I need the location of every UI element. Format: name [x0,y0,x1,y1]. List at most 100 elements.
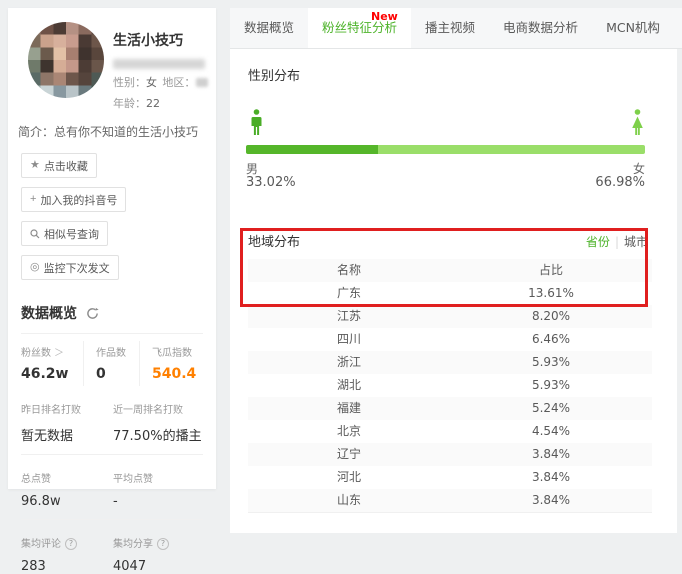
profile-card: 生活小技巧 性别：女 地区： 年龄：22 简介：总有你不知道的生活小技巧 ★ 点… [8,8,216,489]
stat-works: 作品数 0 [83,341,139,386]
followers-label: 粉丝数 [21,348,51,359]
tab-active-fans[interactable]: 活跃粉丝 [674,8,682,48]
table-cell: 福建 [248,397,450,420]
total-likes-value: 96.8w [21,494,113,509]
stats-top-row: 粉丝数＞ 46.2w 作品数 0 飞瓜指数 540.4 [21,341,203,386]
total-likes-label: 总点赞 [21,470,113,485]
divider [21,454,203,455]
monitor-button[interactable]: ◎ 监控下次发文 [21,255,119,280]
male-icon [250,109,263,141]
search-icon [30,229,40,239]
stat-rank-week: 近一周排名打败 77.50%的播主 [113,401,203,444]
feigua-index-label: 飞瓜指数 [152,344,203,359]
action-buttons: ★ 点击收藏 + 加入我的抖音号 相似号查询 ◎ 监控下次发文 [21,153,216,289]
female-bar-segment [378,145,645,154]
age-value: 22 [146,97,160,110]
table-cell: 5.93% [450,351,652,374]
table-row: 辽宁3.84% [248,443,652,466]
table-cell: 5.24% [450,397,652,420]
table-cell: 浙江 [248,351,450,374]
stat-avg-likes: 平均点赞 - [113,470,203,509]
column-header-ratio: 占比 [450,259,652,282]
table-cell: 5.93% [450,374,652,397]
fan-analysis-panel: 性别分布 男 33.02% 女 66.98% 地域分布 省份|城市 名称 占比 … [230,49,677,533]
table-cell: 3.84% [450,489,652,512]
add-account-button[interactable]: + 加入我的抖音号 [21,187,126,212]
help-icon[interactable]: ? [65,538,77,550]
stat-total-likes: 总点赞 96.8w [21,470,113,509]
refresh-icon[interactable] [86,307,99,320]
profile-header: 生活小技巧 性别：女 地区： 年龄：22 [8,8,216,111]
stat-avg-shares: 集均分享? 4047 [113,535,203,574]
star-icon: ★ [30,160,40,171]
table-cell: 13.61% [450,282,652,305]
table-row: 北京4.54% [248,420,652,443]
monitor-icon: ◎ [30,262,40,273]
toggle-province[interactable]: 省份 [586,235,610,249]
works-value: 0 [96,366,139,382]
table-row: 四川6.46% [248,328,652,351]
table-cell: 江苏 [248,305,450,328]
table-header-row: 名称 占比 [248,259,652,282]
table-cell: 8.20% [450,305,652,328]
toggle-separator: | [615,235,619,249]
help-icon[interactable]: ? [157,538,169,550]
avg-comments-value: 283 [21,559,113,574]
masked-account-id [113,59,205,69]
monitor-button-label: 监控下次发文 [44,260,110,276]
rank-week-value: 77.50%的播主 [113,425,203,444]
table-cell: 4.54% [450,420,652,443]
plus-icon: + [30,194,36,205]
table-cell: 辽宁 [248,443,450,466]
avg-shares-value: 4047 [113,559,203,574]
favorite-button-label: 点击收藏 [44,158,88,174]
favorite-button[interactable]: ★ 点击收藏 [21,153,97,178]
table-row: 福建5.24% [248,397,652,420]
add-account-button-label: 加入我的抖音号 [40,192,117,208]
overview-title: 数据概览 [21,303,77,323]
gender-value: 女 [146,74,157,90]
stats-likes-row: 总点赞 96.8w 平均点赞 - [21,470,203,509]
stat-avg-comments: 集均评论? 283 [21,535,113,574]
table-cell: 山东 [248,489,450,512]
rank-week-label: 近一周排名打败 [113,401,203,416]
table-row: 广东13.61% [248,282,652,305]
toggle-city[interactable]: 城市 [624,235,648,249]
male-percent: 33.02% [246,175,296,190]
age-label: 年龄： [113,95,146,111]
stat-rank-yesterday: 昨日排名打败 暂无数据 [21,401,113,444]
similar-account-button[interactable]: 相似号查询 [21,221,108,246]
works-label: 作品数 [96,344,139,359]
tab-bar: 数据概览 粉丝特征分析 播主视频 电商数据分析 MCN机构 活跃粉丝 New [230,8,682,49]
tab-videos[interactable]: 播主视频 [411,8,489,48]
profile-name: 生活小技巧 [113,30,208,50]
similar-account-button-label: 相似号查询 [44,226,99,242]
masked-region [196,78,208,87]
table-cell: 北京 [248,420,450,443]
profile-info: 生活小技巧 性别：女 地区： 年龄：22 [113,22,208,111]
tab-mcn[interactable]: MCN机构 [592,8,674,48]
avg-comments-label: 集均评论 [21,539,61,550]
tab-ecommerce-analysis[interactable]: 电商数据分析 [489,8,592,48]
new-badge: New [371,10,398,23]
profile-intro: 简介：总有你不知道的生活小技巧 [18,123,206,140]
gender-section-title: 性别分布 [248,65,300,84]
stat-followers[interactable]: 粉丝数＞ 46.2w [21,341,83,386]
male-bar-segment [246,145,378,154]
avatar-mosaic-image [28,22,104,98]
rank-yesterday-label: 昨日排名打败 [21,401,113,416]
avatar [28,22,104,98]
gender-label: 性别： [113,74,146,90]
table-row: 江苏8.20% [248,305,652,328]
table-body: 广东13.61%江苏8.20%四川6.46%浙江5.93%湖北5.93%福建5.… [248,282,652,512]
tab-data-overview[interactable]: 数据概览 [230,8,308,48]
rank-yesterday-value: 暂无数据 [21,425,113,444]
region-section-title: 地域分布 [248,231,300,250]
followers-value: 46.2w [21,366,83,382]
table-cell: 四川 [248,328,450,351]
table-cell: 湖北 [248,374,450,397]
profile-age: 年龄：22 [113,95,208,111]
chevron-right-icon: ＞ [54,348,64,359]
table-cell: 3.84% [450,466,652,489]
gender-ratio-bar [246,145,645,154]
